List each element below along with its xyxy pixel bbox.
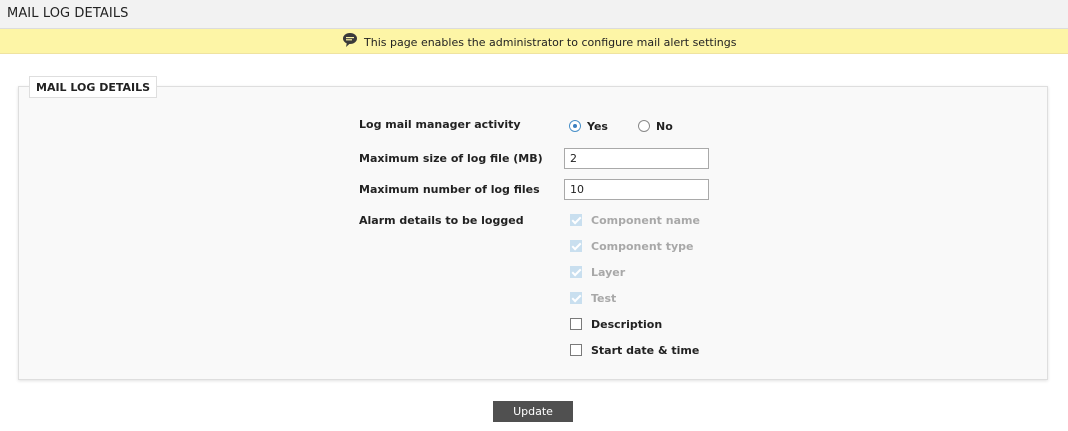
start-date-time-label[interactable]: Start date & time — [591, 344, 699, 357]
page-title: MAIL LOG DETAILS — [7, 6, 129, 21]
max-files-label: Maximum number of log files — [359, 183, 540, 196]
start-date-time-checkbox[interactable] — [570, 344, 582, 356]
speech-bubble-icon — [343, 33, 357, 47]
info-banner: This page enables the administrator to c… — [0, 29, 1068, 54]
max-size-input[interactable] — [564, 148, 709, 169]
layer-checkbox — [570, 266, 582, 278]
description-label[interactable]: Description — [591, 318, 662, 331]
alarm-details-label: Alarm details to be logged — [359, 214, 524, 227]
max-size-label: Maximum size of log file (MB) — [359, 152, 543, 165]
layer-label: Layer — [591, 266, 626, 279]
max-files-input[interactable] — [564, 179, 709, 200]
log-activity-yes-label[interactable]: Yes — [587, 120, 608, 133]
test-label: Test — [591, 292, 617, 305]
banner-text: This page enables the administrator to c… — [364, 36, 737, 49]
panel-legend: MAIL LOG DETAILS — [29, 76, 158, 98]
test-checkbox — [570, 292, 582, 304]
log-activity-no-label[interactable]: No — [656, 120, 673, 133]
description-checkbox[interactable] — [570, 318, 582, 330]
component-type-checkbox — [570, 240, 582, 252]
log-activity-no-radio[interactable] — [638, 120, 650, 132]
component-type-label: Component type — [591, 240, 694, 253]
mail-log-panel — [18, 86, 1048, 380]
component-name-label: Component name — [591, 214, 700, 227]
component-name-checkbox — [570, 214, 582, 226]
log-activity-label: Log mail manager activity — [359, 118, 521, 131]
page-header: MAIL LOG DETAILS — [0, 0, 1068, 29]
log-activity-yes-radio[interactable] — [569, 120, 581, 132]
update-button[interactable]: Update — [493, 401, 573, 422]
